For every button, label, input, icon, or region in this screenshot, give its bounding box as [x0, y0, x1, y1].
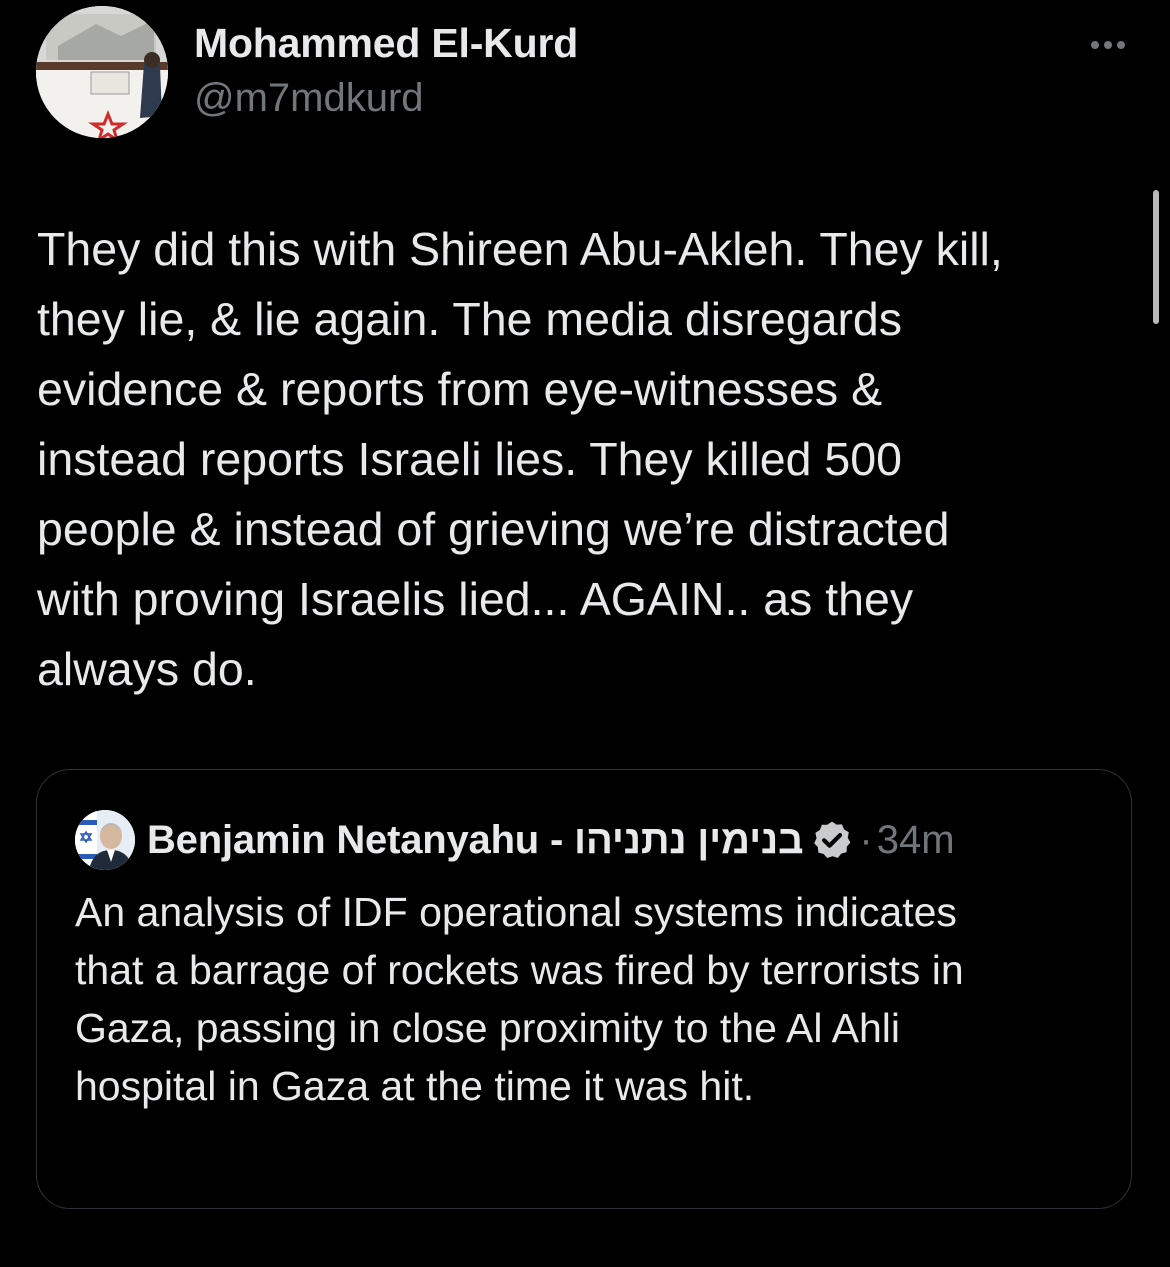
quoted-tweet-header: Benjamin Netanyahu - בנימין נתניהו · 34m — [75, 810, 955, 870]
more-horizontal-icon-dot — [1117, 41, 1125, 49]
more-options-button[interactable] — [1082, 30, 1134, 60]
quoted-tweet-text: An analysis of IDF operational systems i… — [75, 889, 964, 1109]
more-horizontal-icon-dot — [1104, 41, 1112, 49]
quoted-tweet-timestamp[interactable]: 34m — [877, 818, 955, 863]
author-name[interactable]: Mohammed El-Kurd — [194, 20, 578, 67]
scrollbar[interactable] — [1153, 190, 1159, 324]
verified-badge-icon — [811, 819, 853, 861]
quoted-author-avatar[interactable] — [75, 810, 135, 870]
author-avatar[interactable] — [36, 6, 168, 138]
author-handle[interactable]: @m7mdkurd — [194, 76, 424, 121]
tweet-text: They did this with Shireen Abu-Akleh. Th… — [37, 223, 1003, 695]
more-horizontal-icon — [1091, 41, 1099, 49]
tweet[interactable]: Mohammed El-Kurd @m7mdkurd They did this… — [0, 0, 1170, 1267]
quoted-tweet-card[interactable]: Benjamin Netanyahu - בנימין נתניהו · 34m… — [36, 769, 1132, 1209]
quoted-author-name[interactable]: Benjamin Netanyahu - בנימין נתניהו — [147, 818, 804, 863]
header-separator: · — [859, 817, 873, 862]
